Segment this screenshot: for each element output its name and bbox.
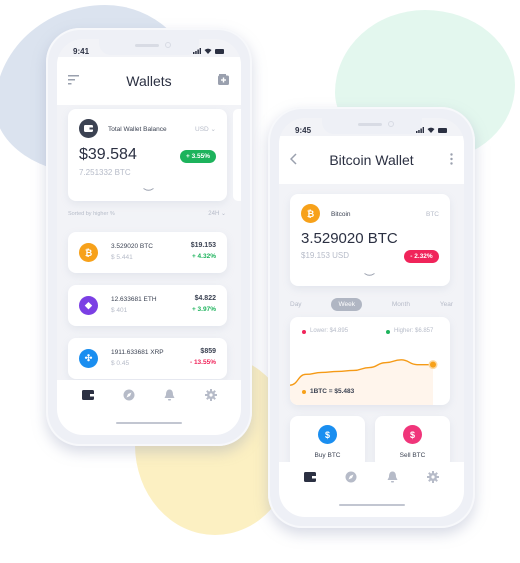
- chart-current-point[interactable]: [430, 361, 436, 368]
- asset-row[interactable]: ◆ 12.633681 ETH $ 401 $4.822 + 3.97%: [68, 285, 227, 326]
- coin-usd-value: $19.153 USD: [301, 251, 350, 260]
- wallet-icon: [81, 390, 94, 400]
- dollar-icon: $: [403, 425, 422, 444]
- asset-row[interactable]: ₿ 3.529020 BTC $ 5.441 $19.153 + 4.32%: [68, 232, 227, 273]
- chevron-down-icon: ⌄: [210, 126, 216, 133]
- coin-amount: 3.529020 BTC: [301, 230, 398, 247]
- battery-icon: [215, 48, 224, 54]
- status-time: 9:45: [295, 125, 312, 135]
- expand-chevron-icon[interactable]: [364, 273, 375, 277]
- back-chevron-icon[interactable]: [290, 153, 297, 165]
- wallet-icon: [84, 125, 93, 132]
- rate-label: 1BTC = $5.483: [310, 388, 355, 395]
- page-title: Bitcoin Wallet: [329, 152, 414, 168]
- home-indicator: [338, 504, 405, 506]
- asset-amount: 12.633681 ETH: [111, 296, 157, 303]
- dollar-icon: $: [318, 425, 337, 444]
- wallet-icon: [303, 472, 316, 482]
- bitcoin-header: Bitcoin Wallet: [279, 136, 464, 184]
- battery-icon: [438, 127, 447, 133]
- chart-area: [290, 359, 433, 405]
- bitcoin-screen: 9:45 Bitcoin Wallet ₿ Bitcoin BTC 3.5290…: [279, 118, 464, 517]
- balance-label: Total Wallet Balance: [108, 126, 167, 133]
- status-bar: 9:45: [295, 124, 448, 136]
- status-time: 9:41: [73, 46, 90, 56]
- signal-icon: [416, 127, 424, 133]
- wallets-header: Wallets: [57, 57, 241, 105]
- expand-chevron-icon[interactable]: [143, 188, 154, 192]
- wallet-badge: [79, 119, 98, 138]
- wallets-screen: 9:41 Wallets Total Wallet Balance USD ⌄ …: [57, 39, 241, 435]
- asset-row[interactable]: ✣ 1911.633681 XRP $ 0.45 $859 - 13.55%: [68, 338, 227, 379]
- home-indicator: [116, 422, 182, 424]
- asset-amount: 3.529020 BTC: [111, 243, 153, 250]
- bitcoin-icon: ₿: [301, 204, 320, 223]
- asset-amount: 1911.633681 XRP: [111, 349, 164, 356]
- bell-icon: [387, 471, 398, 483]
- period-value: 24H: [208, 211, 220, 217]
- tab-day[interactable]: Day: [290, 298, 302, 311]
- asset-unit-price: $ 401: [111, 307, 128, 314]
- asset-change: - 13.55%: [189, 359, 216, 366]
- currency-select[interactable]: USD ⌄: [195, 125, 216, 133]
- bell-icon: [164, 389, 175, 401]
- ethereum-icon: ◆: [79, 296, 98, 315]
- page-title: Wallets: [126, 73, 172, 89]
- phone-wallets: 9:41 Wallets Total Wallet Balance USD ⌄ …: [46, 28, 252, 446]
- nav-wallet[interactable]: [303, 470, 317, 484]
- wifi-icon: [427, 127, 435, 133]
- bitcoin-icon: ₿: [79, 243, 98, 262]
- coin-name: Bitcoin: [331, 211, 351, 218]
- nav-notifications[interactable]: [385, 470, 399, 484]
- next-card-peek: [233, 109, 241, 201]
- asset-value: $859: [200, 348, 216, 355]
- bottom-nav: [57, 380, 241, 435]
- asset-change: + 4.32%: [191, 253, 216, 260]
- nav-explore[interactable]: [122, 388, 136, 402]
- nav-wallet[interactable]: [81, 388, 95, 402]
- balance-change-badge: + 3.55%: [180, 150, 216, 163]
- sort-icon[interactable]: [68, 75, 79, 85]
- asset-unit-price: $ 0.45: [111, 360, 130, 367]
- asset-change: + 3.97%: [191, 306, 216, 313]
- compass-icon: [345, 471, 357, 483]
- wifi-icon: [204, 48, 212, 54]
- chevron-down-icon: ⌄: [220, 211, 226, 217]
- more-vertical-icon[interactable]: [450, 153, 453, 165]
- phone-bitcoin-wallet: 9:45 Bitcoin Wallet ₿ Bitcoin BTC 3.5290…: [268, 107, 475, 528]
- add-wallet-icon[interactable]: [218, 74, 229, 85]
- nav-notifications[interactable]: [163, 388, 177, 402]
- asset-value: $4.822: [194, 295, 216, 302]
- tab-month[interactable]: Month: [392, 298, 410, 311]
- asset-value: $19.153: [190, 242, 216, 249]
- sell-label: Sell BTC: [399, 452, 426, 459]
- status-bar: 9:41: [73, 45, 225, 57]
- currency-value: USD: [195, 126, 209, 133]
- coin-change-badge: - 2.32%: [404, 250, 439, 263]
- nav-explore[interactable]: [344, 470, 358, 484]
- tab-week[interactable]: Week: [331, 297, 362, 311]
- price-chart-card: Lower: $4.895 Higher: $6.857 1BTC = $5.4…: [290, 317, 450, 405]
- period-select[interactable]: 24H ⌄: [208, 210, 226, 217]
- tab-year[interactable]: Year: [440, 298, 453, 311]
- rate-dot: [302, 390, 306, 394]
- total-balance-card[interactable]: Total Wallet Balance USD ⌄ $39.584 7.251…: [68, 109, 227, 201]
- signal-icon: [193, 48, 201, 54]
- nav-settings[interactable]: [426, 470, 440, 484]
- gear-icon: [204, 389, 217, 401]
- balance-btc: 7.251332 BTC: [79, 168, 131, 177]
- sort-label: Sorted by higher %: [68, 211, 115, 217]
- buy-label: Buy BTC: [314, 452, 341, 459]
- balance-amount: $39.584: [79, 146, 137, 163]
- coin-ticker: BTC: [426, 211, 439, 218]
- compass-icon: [123, 389, 134, 401]
- period-tabs: Day Week Month Year: [290, 297, 453, 311]
- nav-settings[interactable]: [204, 388, 218, 402]
- ripple-icon: ✣: [79, 349, 98, 368]
- gear-icon: [427, 471, 440, 483]
- bottom-nav: [279, 462, 464, 517]
- coin-card[interactable]: ₿ Bitcoin BTC 3.529020 BTC $19.153 USD -…: [290, 194, 450, 286]
- asset-unit-price: $ 5.441: [111, 254, 133, 261]
